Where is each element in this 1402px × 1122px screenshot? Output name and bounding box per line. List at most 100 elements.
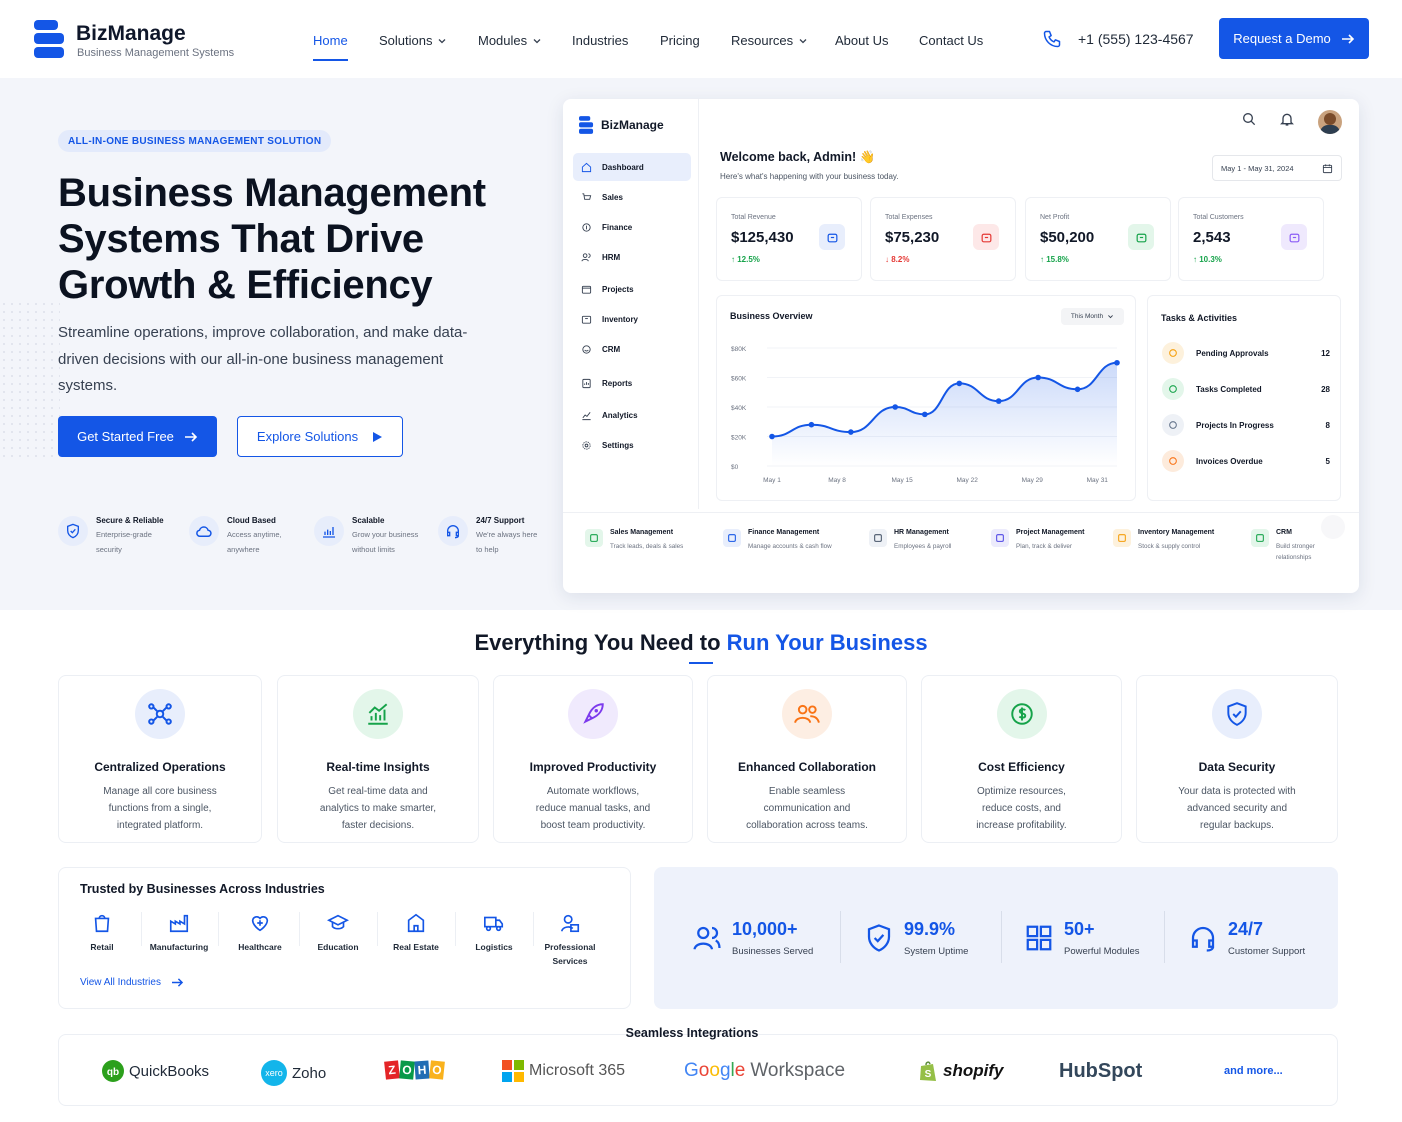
stat-text: 24/7 Customer Support <box>1228 919 1305 957</box>
feature-desc: security <box>96 545 122 554</box>
arrow-right-icon <box>171 978 184 987</box>
nav-modules[interactable]: Modules <box>478 33 542 48</box>
chart-point[interactable] <box>808 421 815 428</box>
nav-about[interactable]: About Us <box>835 33 888 48</box>
get-started-button[interactable]: Get Started Free <box>58 416 217 457</box>
nav-label: About Us <box>835 33 889 48</box>
google-wordmark: Google <box>684 1060 745 1082</box>
title-part: Everything You Need to <box>474 630 727 655</box>
task-row[interactable]: Pending Approvals 12 <box>1162 342 1330 364</box>
chart-point[interactable] <box>995 398 1002 404</box>
divider <box>1164 911 1165 963</box>
sidebar-item-inventory[interactable]: Inventory <box>573 305 691 333</box>
chart-point[interactable] <box>921 411 928 418</box>
nav-solutions[interactable]: Solutions <box>379 33 447 48</box>
task-row[interactable]: Invoices Overdue 5 <box>1162 450 1330 472</box>
x-tick-label: May 15 <box>891 477 913 484</box>
industry-item[interactable]: Real Estate <box>381 912 456 954</box>
xero-zoho-logo[interactable]: xero Zoho <box>261 1060 326 1086</box>
sidebar-item-settings[interactable]: Settings <box>573 431 691 459</box>
module-item[interactable]: HR Management Employees & payroll <box>869 529 951 552</box>
industry-item[interactable]: Manufacturing <box>144 912 219 954</box>
welcome-title: Welcome back, Admin! 👋 <box>720 150 876 164</box>
industry-item[interactable]: Professional Services <box>535 912 605 968</box>
sidebar-item-crm[interactable]: CRM <box>573 335 691 363</box>
stat-item: 99.9% System Uptime <box>864 919 968 957</box>
module-icon <box>723 529 741 547</box>
quickbooks-logo[interactable]: qb QuickBooks <box>102 1060 209 1082</box>
module-item[interactable]: Project Management Plan, track & deliver <box>991 529 1084 552</box>
overview-filter-dropdown[interactable]: This Month <box>1061 308 1124 325</box>
chart-point[interactable] <box>848 429 854 435</box>
nav-industries[interactable]: Industries <box>572 33 628 48</box>
sidebar-item-finance[interactable]: Finance <box>573 213 691 241</box>
phone-number[interactable]: +1 (555) 123-4567 <box>1078 31 1194 47</box>
industry-item[interactable]: Retail <box>67 912 142 954</box>
hero-badge: ALL-IN-ONE BUSINESS MANAGEMENT SOLUTION <box>58 130 332 152</box>
sidebar-item-reports[interactable]: Reports <box>573 369 691 397</box>
explore-solutions-button[interactable]: Explore Solutions <box>237 416 403 457</box>
zoho-letter: Z <box>384 1060 400 1080</box>
feature-card-desc-line: Get real-time data and <box>328 786 428 797</box>
chart-point[interactable] <box>769 433 775 440</box>
more-integrations-link[interactable]: and more... <box>1224 1065 1283 1077</box>
task-row[interactable]: Projects In Progress 8 <box>1162 414 1330 436</box>
kpi-label: Total Revenue <box>731 214 776 221</box>
module-icon <box>869 529 887 547</box>
industry-item[interactable]: Logistics <box>459 912 534 954</box>
nav-label: Contact Us <box>919 33 984 48</box>
feature-card-desc-line: Your data is protected with <box>1178 786 1296 797</box>
crm-icon <box>581 344 592 355</box>
zoho-logo[interactable]: Z O H O <box>384 1060 445 1080</box>
search-icon[interactable] <box>1241 111 1257 127</box>
logo-text: shopify <box>943 1061 1004 1080</box>
shield-check-icon <box>1212 689 1262 739</box>
box-icon <box>581 314 592 325</box>
google-letter: g <box>719 1060 731 1081</box>
team-icon <box>782 689 832 739</box>
feature-card: Data Security Your data is protected with… <box>1136 675 1338 843</box>
sidebar-item-analytics[interactable]: Analytics <box>573 401 691 429</box>
sidebar-item-sales[interactable]: Sales <box>573 183 691 211</box>
module-item[interactable]: CRM Build stronger relationships <box>1251 529 1315 563</box>
scroll-next-button[interactable] <box>1321 515 1345 539</box>
feature-card-desc: Get real-time data and analytics to make … <box>303 783 453 834</box>
google-workspace-logo[interactable]: Google Workspace <box>684 1060 845 1082</box>
shopify-logo[interactable]: S shopify <box>918 1060 1003 1082</box>
microsoft-365-logo[interactable]: Microsoft 365 <box>502 1060 625 1082</box>
feature-card-title: Centralized Operations <box>94 760 226 774</box>
nav-contact[interactable]: Contact Us <box>919 33 983 48</box>
nav-resources[interactable]: Resources <box>731 33 808 48</box>
industry-item[interactable]: Education <box>303 912 378 954</box>
logo-text: Microsoft 365 <box>529 1062 626 1079</box>
chart-point[interactable] <box>1035 374 1041 381</box>
bell-icon[interactable] <box>1279 111 1295 127</box>
chart-point[interactable] <box>1114 359 1120 366</box>
module-item[interactable]: Inventory Management Stock & supply contr… <box>1113 529 1214 552</box>
hubspot-logo[interactable]: HubSpot <box>1059 1060 1142 1083</box>
chart-point[interactable] <box>892 404 899 410</box>
module-item[interactable]: Finance Management Manage accounts & cash… <box>723 529 832 552</box>
request-demo-button[interactable]: Request a Demo <box>1219 18 1369 59</box>
nav-pricing[interactable]: Pricing <box>660 33 700 48</box>
overview-line-chart: $0 $20K $40K $60K $80K May 1 May 8 May 15 May 22… <box>731 346 1120 484</box>
sidebar-item-hrm[interactable]: HRM <box>573 243 691 271</box>
sidebar-item-dashboard[interactable]: Dashboard <box>573 153 691 181</box>
date-range-picker[interactable]: May 1 - May 31, 2024 <box>1212 155 1342 181</box>
kpi-value: $125,430 <box>731 229 794 246</box>
chart-point[interactable] <box>1074 386 1081 393</box>
welcome-subtitle: Here's what's happening with your busine… <box>720 172 899 181</box>
task-row[interactable]: Tasks Completed 28 <box>1162 378 1330 400</box>
chart-point[interactable] <box>956 380 963 387</box>
nav-home[interactable]: Home <box>313 33 348 48</box>
industry-item[interactable]: Healthcare <box>225 912 300 954</box>
module-item[interactable]: Sales Management Track leads, deals & sal… <box>585 529 683 552</box>
chevron-down-icon <box>439 38 446 43</box>
view-all-industries-link[interactable]: View All Industries <box>80 977 184 988</box>
sidebar-item-projects[interactable]: Projects <box>573 275 691 303</box>
avatar[interactable] <box>1318 110 1342 134</box>
feature-card-desc-line: boost team productivity. <box>540 820 646 831</box>
brand-logo-icon[interactable] <box>34 20 66 58</box>
sidebar-item-label: HRM <box>602 252 621 262</box>
brand-name[interactable]: BizManage <box>76 22 186 46</box>
